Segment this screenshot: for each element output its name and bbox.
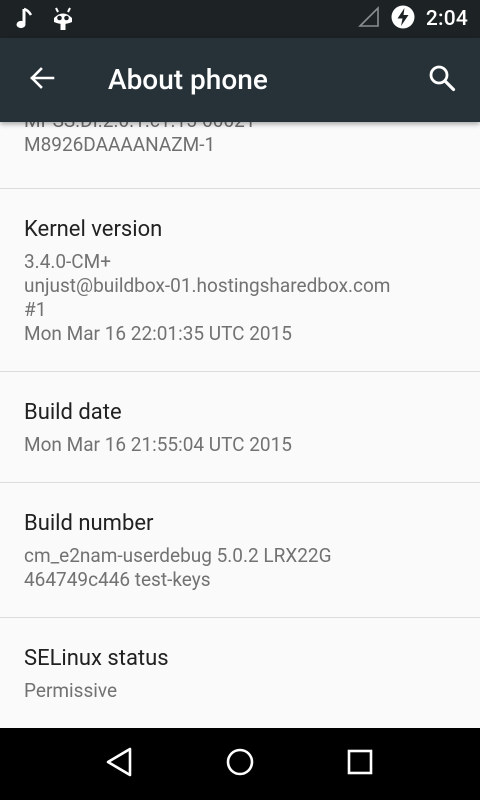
status-bar-notifications xyxy=(14,6,76,36)
back-button[interactable] xyxy=(22,60,62,100)
pref-summary: Mon Mar 16 21:55:04 UTC 2015 xyxy=(24,433,292,456)
navigation-bar xyxy=(0,728,480,800)
baseband-version-summary: MPSS.DI.2.0.1.c1.15-00021- M8926DAAAANAZ… xyxy=(24,122,261,156)
music-note-icon xyxy=(14,6,38,36)
cyanogenmod-bugdroid-icon xyxy=(50,6,76,36)
nav-back-button[interactable] xyxy=(100,744,140,784)
recents-square-icon xyxy=(346,748,374,780)
pref-build-date[interactable]: Build date Mon Mar 16 21:55:04 UTC 2015 xyxy=(0,372,480,482)
pref-summary: cm_e2nam-userdebug 5.0.2 LRX22G 464749c4… xyxy=(24,544,332,591)
app-toolbar: About phone xyxy=(0,38,480,122)
arrow-back-icon xyxy=(29,65,55,95)
battery-charging-icon xyxy=(390,4,416,34)
pref-title: SELinux status xyxy=(24,646,169,671)
nav-recents-button[interactable] xyxy=(340,744,380,784)
signal-empty-icon xyxy=(357,6,380,32)
home-circle-icon xyxy=(225,747,255,781)
pref-summary: 3.4.0-CM+ unjust@buildbox-01.hostingshar… xyxy=(24,250,391,345)
settings-list[interactable]: MPSS.DI.2.0.1.c1.15-00021- M8926DAAAANAZ… xyxy=(0,122,480,728)
pref-kernel-version[interactable]: Kernel version 3.4.0-CM+ unjust@buildbox… xyxy=(0,189,480,371)
status-bar: 2:04 xyxy=(0,0,480,38)
pref-build-number[interactable]: Build number cm_e2nam-userdebug 5.0.2 LR… xyxy=(0,483,480,617)
pref-title: Kernel version xyxy=(24,217,163,242)
pref-title: Build number xyxy=(24,511,154,536)
pref-title: Build date xyxy=(24,400,122,425)
page-title: About phone xyxy=(108,63,268,96)
pref-summary: Permissive xyxy=(24,679,118,702)
search-icon xyxy=(428,64,456,96)
nav-home-button[interactable] xyxy=(220,744,260,784)
search-button[interactable] xyxy=(422,60,462,100)
status-bar-system: 2:04 xyxy=(357,0,468,38)
pref-selinux-status[interactable]: SELinux status Permissive xyxy=(0,618,480,728)
back-triangle-icon xyxy=(105,746,135,782)
status-time: 2:04 xyxy=(425,7,468,31)
